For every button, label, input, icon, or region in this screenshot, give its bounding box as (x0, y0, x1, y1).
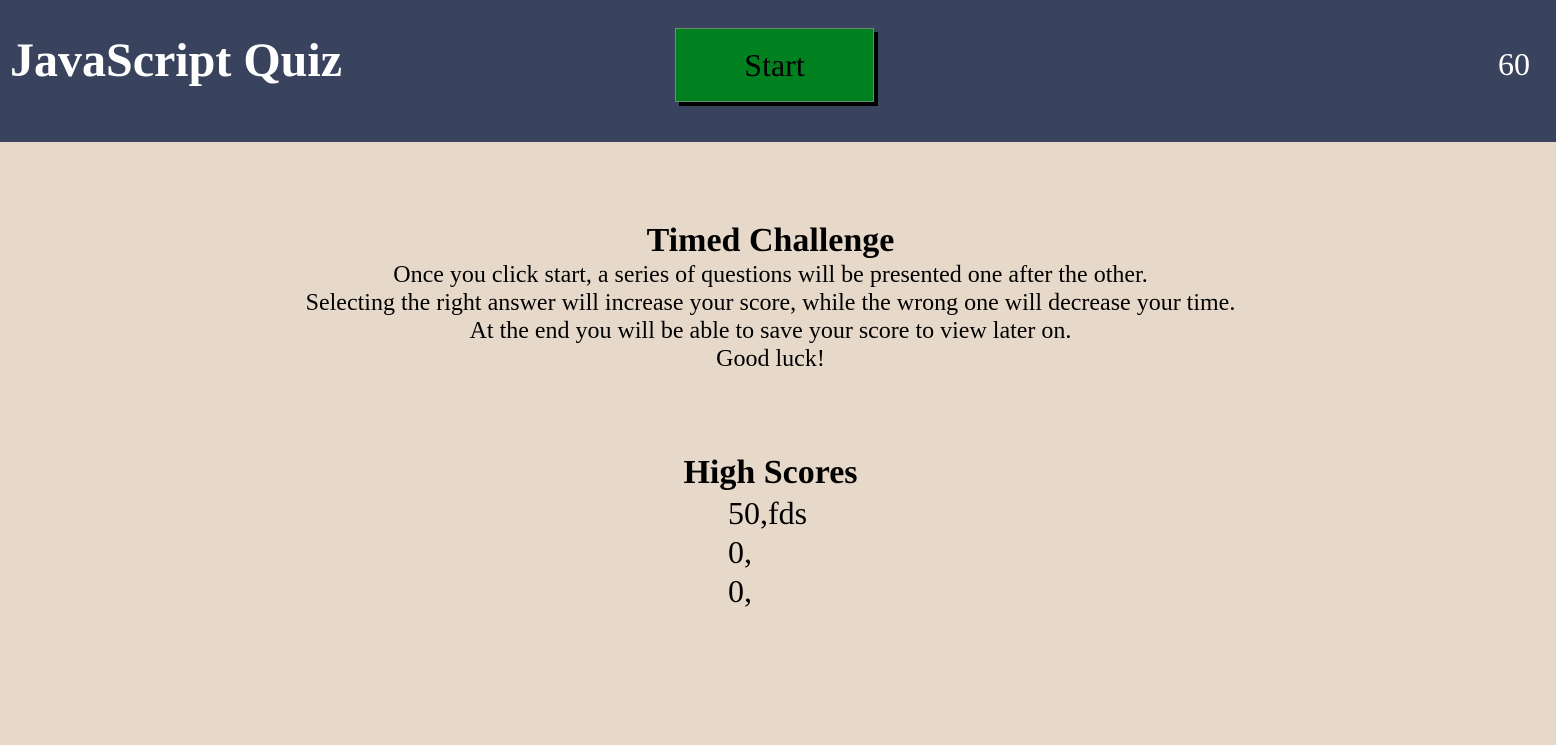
intro-line: Good luck! (716, 346, 825, 372)
intro-line: Selecting the right answer will increase… (305, 290, 1236, 316)
intro-line: Once you click start, a series of questi… (393, 262, 1148, 288)
score-entry: 0, (728, 573, 752, 609)
header-bar: JavaScript Quiz Start 60 (0, 0, 1556, 142)
intro-section: Timed Challenge Once you click start, a … (0, 221, 1541, 373)
timer-display: 60 (1498, 46, 1530, 82)
high-scores-heading: High Scores (683, 454, 858, 491)
intro-heading: Timed Challenge (646, 222, 895, 259)
high-scores-list: 50,fds 0, 0, (728, 494, 807, 611)
app-title: JavaScript Quiz (10, 34, 342, 87)
score-entry: 50,fds (728, 495, 808, 531)
intro-line: At the end you will be able to save your… (469, 318, 1072, 344)
score-entry: 0, (728, 534, 752, 570)
start-button[interactable]: Start (675, 28, 874, 102)
high-scores-section: High Scores (0, 453, 1541, 493)
